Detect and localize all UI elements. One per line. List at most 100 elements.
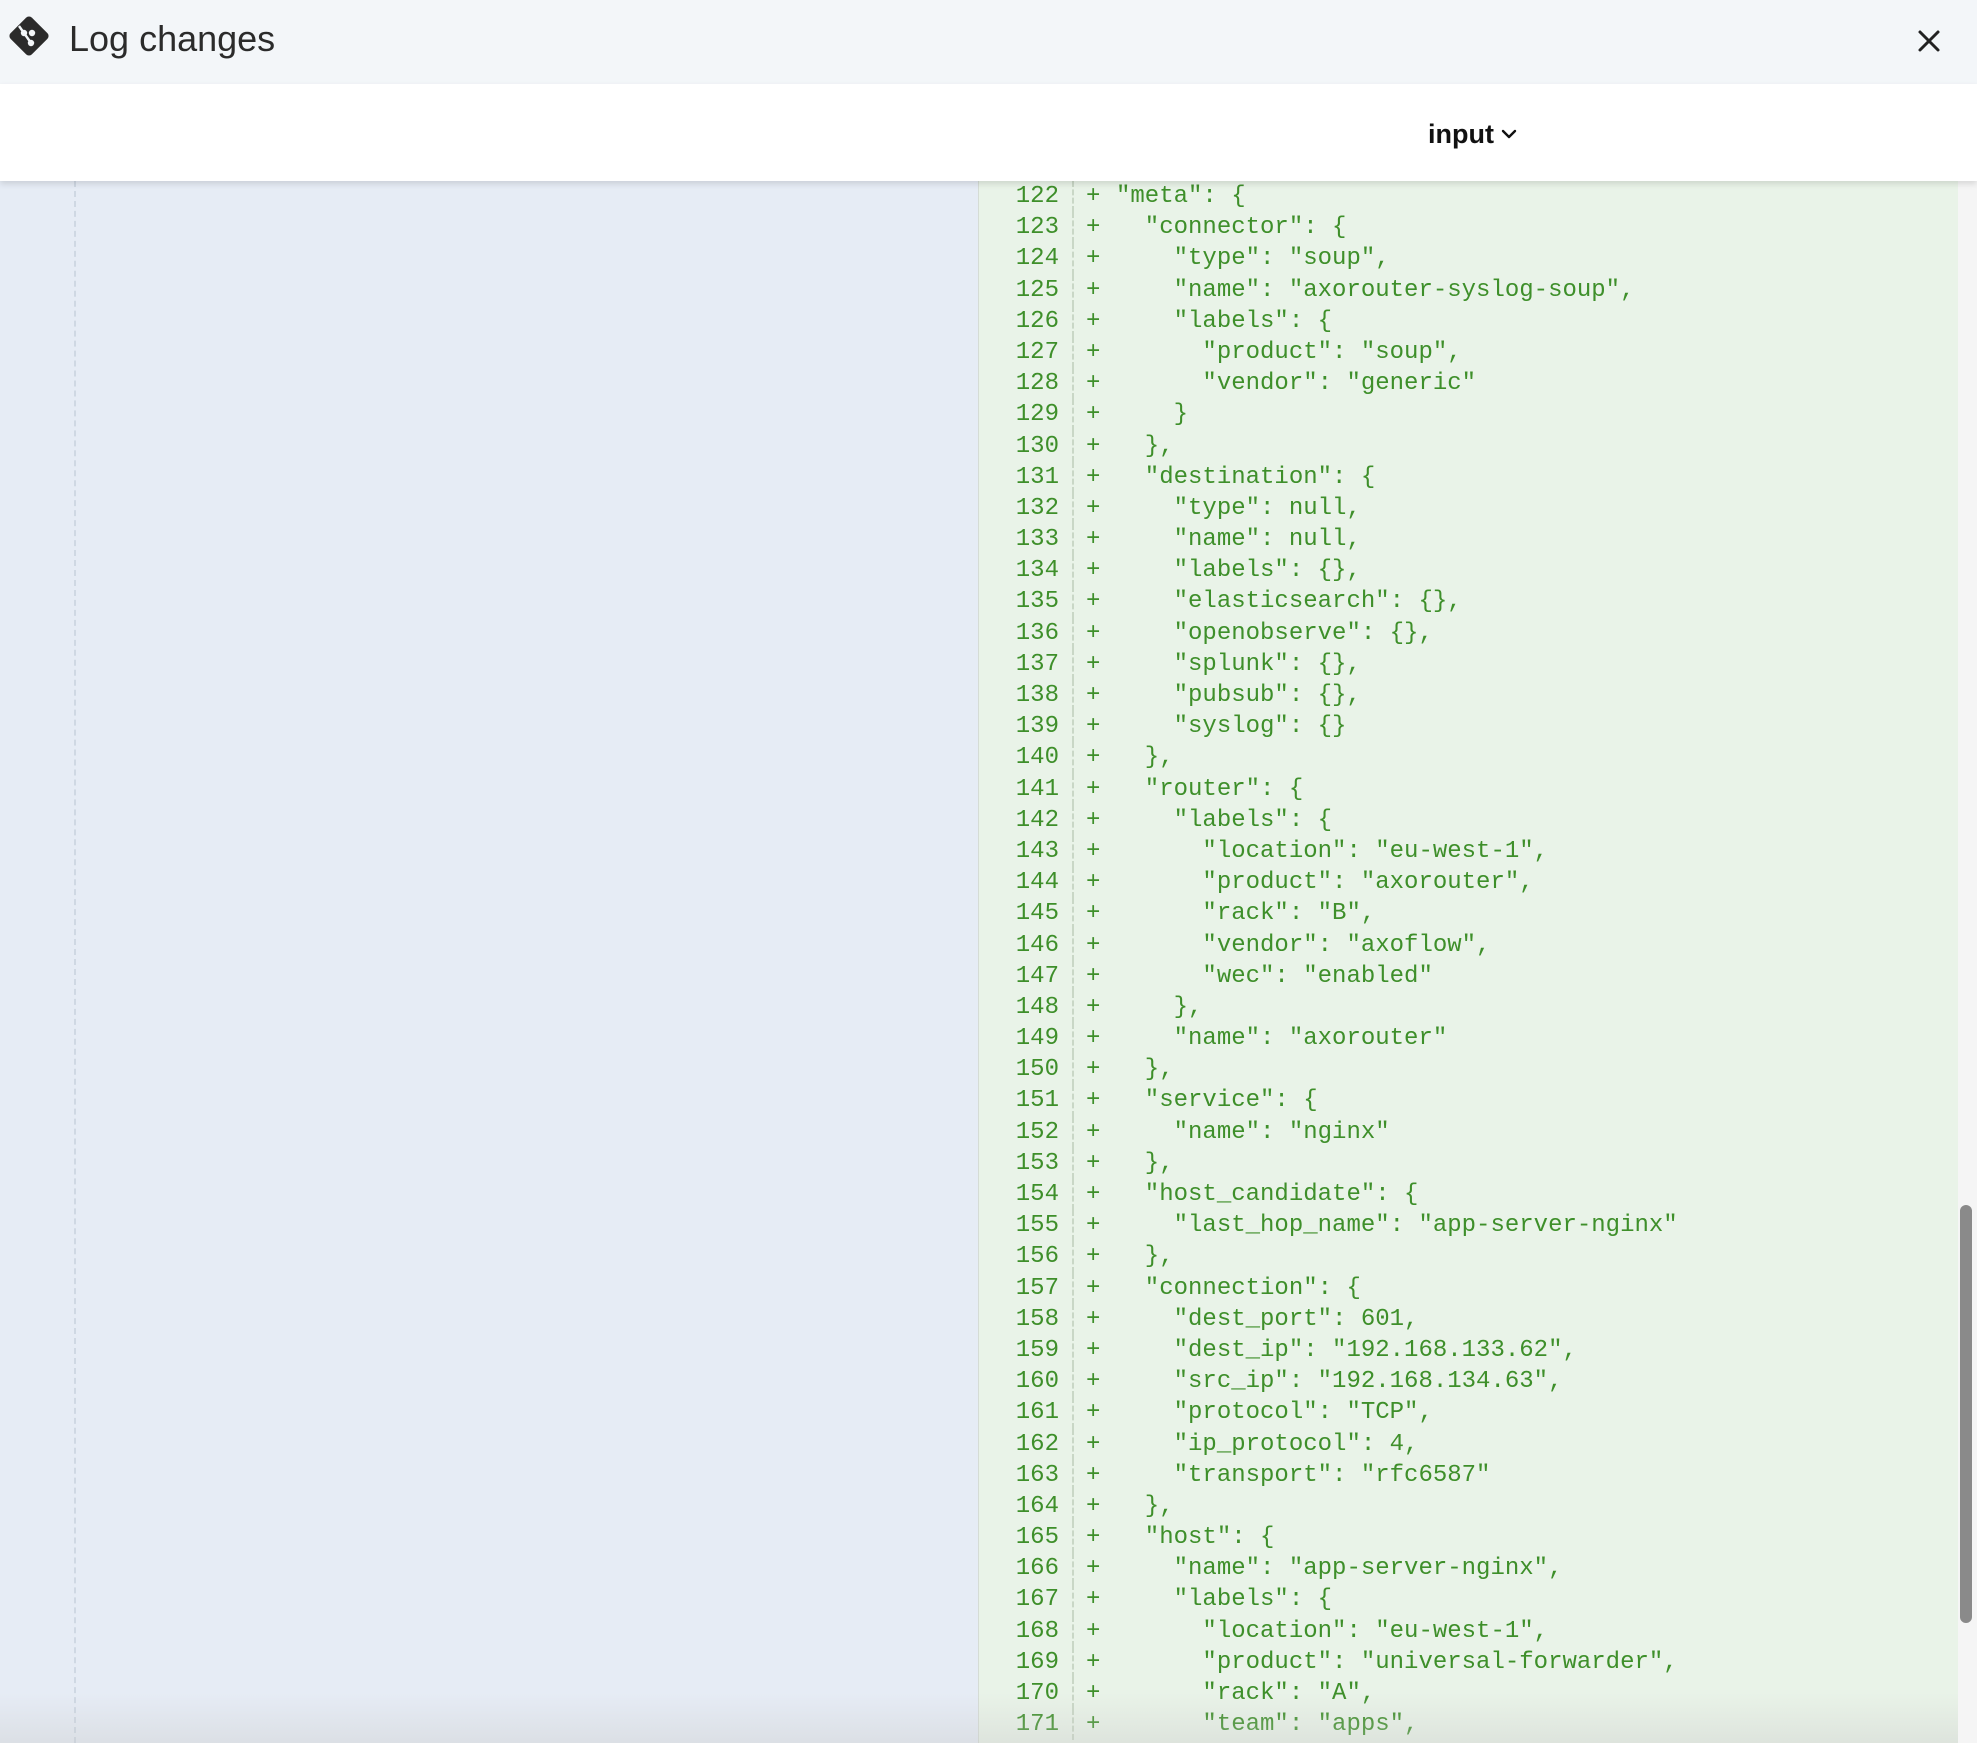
diff-line: 145 + "rack": "B", [979,898,1961,930]
diff-line: 131 + "destination": { [979,461,1961,493]
added-marker: + [1086,494,1101,522]
line-text: "labels": { [1116,1586,1333,1614]
gutter-separator [1072,898,1074,930]
gutter-separator [1072,1241,1074,1273]
gutter-separator [1072,430,1074,462]
line-text: "team": "apps", [1116,1711,1419,1739]
line-number: 167 [1015,1586,1059,1614]
line-number: 171 [1015,1711,1059,1739]
scrollbar-thumb[interactable] [1960,1205,1972,1623]
added-marker: + [1086,1118,1101,1146]
line-number: 164 [1015,1492,1059,1520]
gutter-separator [1072,1553,1074,1585]
added-marker: + [1086,1212,1101,1240]
line-text: "product": "axorouter", [1116,869,1534,897]
line-number: 145 [1015,900,1059,928]
line-text: "wec": "enabled" [1116,962,1433,990]
added-marker: + [1086,650,1101,678]
line-text: "protocol": "TCP", [1116,1399,1433,1427]
diff-line: 143 + "location": "eu-west-1", [979,835,1961,868]
line-text: "vendor": "axoflow", [1116,931,1491,959]
line-text: "rack": "B", [1116,900,1376,928]
added-marker: + [1086,869,1101,897]
line-number: 157 [1015,1274,1059,1302]
gutter-separator [1072,1397,1074,1429]
added-marker: + [1086,1711,1101,1739]
diff-line: 162 + "ip_protocol": 4, [979,1428,1961,1460]
added-marker: + [1086,1617,1101,1645]
added-marker: + [1086,370,1101,398]
input-dropdown[interactable]: input [1428,114,1518,154]
diff-line: 151 + "service": { [979,1085,1961,1117]
line-text: "openobserve": {}, [1116,619,1433,647]
line-text: "dest_port": 601, [1116,1305,1419,1333]
line-text: "router": { [1116,775,1304,803]
line-text: "type": null, [1116,494,1361,522]
gutter-separator [1072,929,1074,961]
line-text: "rack": "A", [1116,1680,1376,1707]
gutter-separator [1072,461,1074,493]
gutter-separator [1072,1023,1074,1055]
line-number: 127 [1015,338,1059,366]
line-number: 146 [1015,931,1059,959]
line-number: 166 [1015,1555,1059,1583]
line-text: "labels": { [1116,806,1333,834]
added-marker: + [1086,214,1101,242]
added-marker: + [1086,463,1101,491]
added-marker: + [1086,1524,1101,1552]
line-number: 165 [1015,1524,1059,1552]
line-number: 151 [1015,1087,1059,1115]
added-marker: + [1086,338,1101,366]
added-marker: + [1086,806,1101,834]
diff-line: 149 + "name": "axorouter" [979,1023,1961,1055]
diff-line: 148 + }, [979,991,1961,1024]
gutter-separator [1072,492,1074,525]
diff-line: 144 + "product": "axorouter", [979,867,1961,899]
diff-line: 160 + "src_ip": "192.168.134.63", [979,1366,1961,1398]
gutter-separator [1072,305,1074,337]
added-marker: + [1086,401,1101,429]
gutter-separator [1072,555,1074,587]
gutter-separator [1072,742,1074,774]
gutter-separator [1072,711,1074,743]
gutter-separator [1072,648,1074,680]
diff-line: 154 + "host_candidate": { [979,1179,1961,1211]
gutter-separator [1072,368,1074,400]
added-marker: + [1086,1181,1101,1208]
diff-line: 128 + "vendor": "generic" [979,368,1961,400]
added-marker: + [1086,931,1101,959]
diff-line: 125 + "name": "axorouter-syslog-soup", [979,274,1961,306]
diff-line: 146 + "vendor": "axoflow", [979,929,1961,961]
gutter-separator [1072,524,1074,556]
added-marker: + [1086,1336,1101,1364]
gutter-separator [1072,336,1074,369]
added-marker: + [1086,183,1101,210]
line-text: "ip_protocol": 4, [1116,1430,1419,1458]
line-number: 148 [1015,993,1059,1021]
line-number: 155 [1015,1212,1059,1240]
line-number: 152 [1015,1118,1059,1146]
added-marker: + [1086,307,1101,335]
added-marker: + [1086,1243,1101,1271]
gutter-separator [1072,867,1074,899]
added-marker: + [1086,837,1101,865]
added-marker: + [1086,1586,1101,1614]
line-text: } [1116,401,1189,429]
line-text: "labels": { [1116,307,1333,335]
added-marker: + [1086,619,1101,647]
gutter-separator [1072,1116,1074,1148]
close-icon[interactable] [1910,22,1948,60]
line-text: "src_ip": "192.168.134.63", [1116,1368,1563,1396]
line-text: "name": "nginx" [1116,1118,1390,1146]
line-number: 133 [1015,526,1059,554]
line-text: "name": "axorouter" [1116,1025,1448,1053]
line-number: 160 [1015,1368,1059,1396]
line-text: "name": "axorouter-syslog-soup", [1116,276,1635,304]
diff-view: 122 + "meta": {123 + "connector": {124 + "ty… [0,181,1977,1743]
added-marker: + [1086,1680,1101,1707]
added-marker: + [1086,1430,1101,1458]
gutter-separator [1072,1272,1074,1304]
gutter-separator [1072,1522,1074,1554]
diff-line: 133 + "name": null, [979,524,1961,556]
added-marker: + [1086,1087,1101,1115]
